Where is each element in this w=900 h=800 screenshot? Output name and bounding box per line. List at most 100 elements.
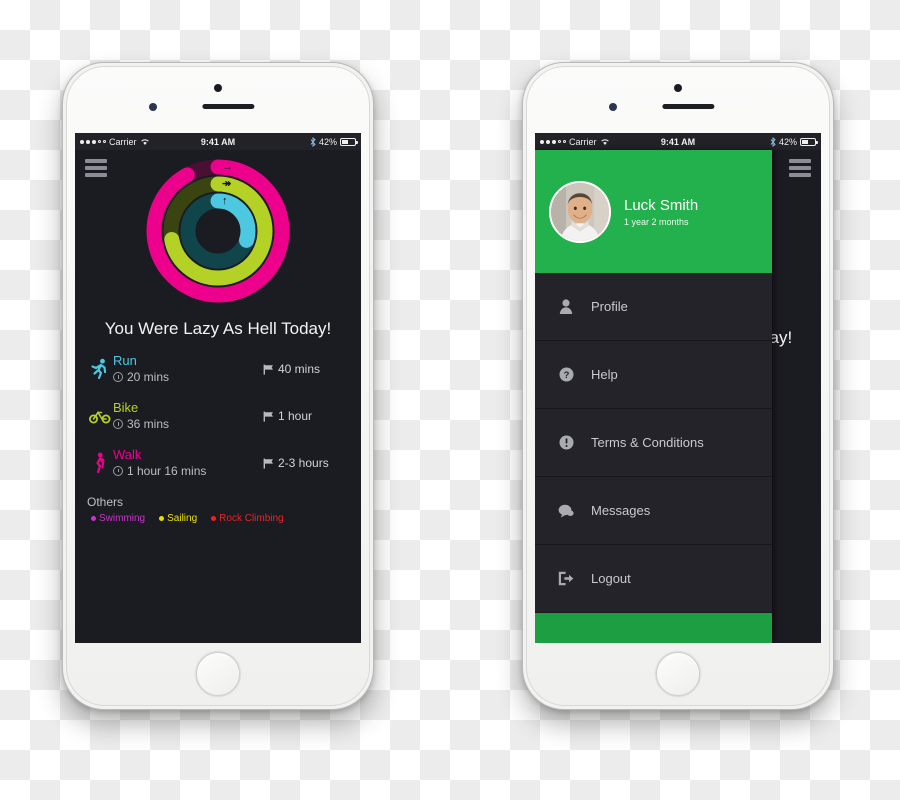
drawer-item-messages[interactable]: Messages — [535, 477, 772, 545]
flag-icon — [263, 411, 273, 422]
middle-ring-arrow-icon: ↠ — [222, 178, 232, 190]
user-photo-avatar — [549, 180, 611, 243]
drawer-user-name: Luck Smith — [624, 196, 699, 214]
status-bar-carrier-group: Carrier — [540, 137, 610, 147]
clock-icon — [113, 372, 123, 383]
bluetooth-icon — [770, 136, 776, 147]
activity-rings: → ↠ ↑ — [143, 156, 293, 306]
phone-device-left: Carrier 9:41 AM 42% → ↠ ↑ You Were Lazy … — [62, 62, 374, 710]
dashboard-behind-drawer: You Were Lazy As Hell Today! Run — [772, 150, 821, 643]
signal-strength-icon — [540, 139, 566, 144]
drawer-item-help[interactable]: ? Help — [535, 341, 772, 409]
drawer-user-info: Luck Smith 1 year 2 months — [624, 197, 698, 227]
dashboard-screen: Carrier 9:41 AM 42% → ↠ ↑ You Were Lazy … — [75, 133, 361, 643]
activity-bike-name: Bike — [113, 400, 139, 416]
front-camera-icon — [214, 84, 222, 92]
drawer-item-help-label: Help — [591, 367, 618, 382]
drawer-item-terms[interactable]: Terms & Conditions — [535, 409, 772, 477]
svg-text:?: ? — [563, 370, 569, 381]
bike-icon — [87, 408, 113, 424]
clock-icon — [113, 466, 123, 477]
activity-run-goal: 40 mins — [263, 362, 320, 376]
activity-row-bike[interactable]: Bike 36 mins 1 hour — [87, 400, 349, 431]
logout-icon — [553, 571, 579, 586]
behind-activity-row-run: Run 20 mins — [772, 363, 811, 393]
behind-headline: You Were Lazy As Hell Today! — [772, 328, 793, 347]
activity-bike-goal: 1 hour — [263, 409, 312, 423]
side-drawer: Luck Smith 1 year 2 months Profile ? Hel… — [535, 150, 772, 643]
walk-icon — [87, 452, 113, 474]
home-button-right[interactable] — [656, 652, 700, 696]
status-bar-left: Carrier 9:41 AM 42% — [75, 133, 361, 150]
activity-walk-name: Walk — [113, 447, 142, 463]
behind-activity-row-walk: Walk 1 hour 16 mins — [772, 457, 811, 487]
status-bar-right-group: 42% — [770, 136, 818, 147]
status-bar-clock: 9:41 AM — [200, 136, 236, 147]
activity-bike-info: Bike 36 mins — [113, 400, 263, 431]
status-bar-carrier-group: Carrier — [80, 137, 150, 147]
question-circle-icon: ? — [553, 367, 579, 382]
front-camera-icon — [674, 84, 682, 92]
drawer-item-profile[interactable]: Profile — [535, 273, 772, 341]
proximity-sensor-icon — [609, 103, 617, 111]
proximity-sensor-icon — [149, 103, 157, 111]
activity-row-run[interactable]: Run 20 mins 40 mins — [87, 353, 349, 384]
activity-bike-time: 36 mins — [113, 417, 263, 431]
activity-rings-svg — [146, 159, 290, 303]
outer-ring-arrow-icon: → — [222, 161, 233, 173]
phone-device-right: Carrier 9:41 AM 42% You Wer — [522, 62, 834, 710]
legend-dot-sailing — [159, 516, 165, 522]
status-bar-clock: 9:41 AM — [660, 136, 696, 147]
activity-run-info: Run 20 mins — [113, 353, 263, 384]
activity-row-walk[interactable]: Walk 1 hour 16 mins 2-3 hours — [87, 447, 349, 478]
earpiece-speaker — [202, 104, 255, 109]
earpiece-speaker — [662, 104, 715, 109]
status-bar-right: Carrier 9:41 AM 42% — [535, 133, 821, 150]
behind-activity-list: Run 20 mins — [772, 363, 821, 487]
home-button-left[interactable] — [196, 652, 240, 696]
dashboard-behind-content: You Were Lazy As Hell Today! Run — [772, 150, 821, 504]
activity-run-name: Run — [113, 353, 137, 369]
wifi-icon — [600, 139, 609, 145]
wifi-icon — [140, 139, 149, 145]
flag-icon — [263, 364, 273, 375]
inner-ring-arrow-icon: ↑ — [222, 195, 228, 207]
flag-icon — [263, 458, 273, 469]
carrier-label: Carrier — [109, 136, 137, 147]
clock-icon — [113, 419, 123, 430]
drawer-item-logout-label: Logout — [591, 571, 631, 586]
legend-dot-swimming — [91, 516, 96, 522]
legend-dot-rock-climbing — [211, 516, 217, 522]
battery-percent-label: 42% — [318, 136, 337, 147]
drawer-profile-header[interactable]: Luck Smith 1 year 2 months — [535, 150, 772, 273]
status-bar-right-group: 42% — [310, 136, 358, 147]
battery-icon — [800, 137, 818, 146]
battery-percent-label: 42% — [778, 136, 797, 147]
signal-strength-icon — [80, 139, 106, 144]
person-icon — [553, 299, 579, 314]
behind-activity-row-bike: Bike 36 mins — [772, 410, 811, 440]
drawer-screen: Carrier 9:41 AM 42% You Wer — [535, 133, 821, 643]
other-item-sailing[interactable]: Sailing — [159, 513, 197, 524]
drawer-item-logout[interactable]: Logout — [535, 545, 772, 613]
activity-walk-time: 1 hour 16 mins — [113, 464, 263, 478]
other-item-rock-climbing[interactable]: Rock Climbing — [211, 513, 284, 524]
others-section-title: Others — [87, 495, 124, 510]
activity-rings-section: → ↠ ↑ — [75, 156, 361, 308]
drawer-item-messages-label: Messages — [591, 503, 651, 518]
run-icon — [87, 358, 113, 380]
drawer-item-terms-label: Terms & Conditions — [591, 435, 704, 450]
activity-run-time: 20 mins — [113, 370, 263, 384]
exclamation-circle-icon — [553, 435, 579, 450]
other-item-swimming[interactable]: Swimming — [91, 513, 145, 524]
drawer-item-profile-label: Profile — [591, 299, 628, 314]
drawer-menu: Profile ? Help Terms & Conditions Messag… — [535, 273, 772, 613]
activity-walk-info: Walk 1 hour 16 mins — [113, 447, 263, 478]
others-legend: Swimming Sailing Rock Climbing — [75, 513, 361, 524]
drawer-user-subtitle: 1 year 2 months — [624, 216, 689, 227]
activity-walk-goal: 2-3 hours — [263, 456, 329, 470]
activity-list: Run 20 mins 40 mins Bike 36 mins 1 hour … — [75, 353, 361, 478]
dashboard-headline: You Were Lazy As Hell Today! — [104, 319, 332, 338]
drawer-hamburger-menu-icon[interactable] — [789, 159, 811, 177]
bluetooth-icon — [310, 136, 316, 147]
